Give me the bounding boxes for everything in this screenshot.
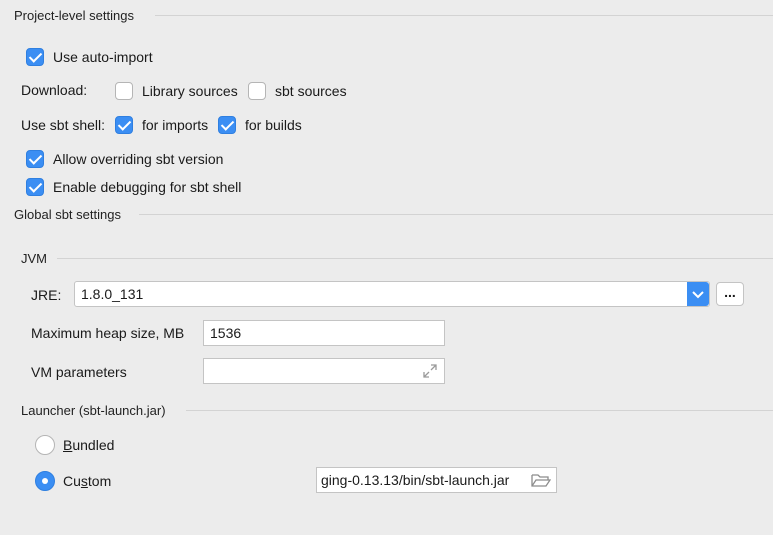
use-sbt-shell-label: Use sbt shell: xyxy=(21,117,106,133)
chevron-down-icon[interactable] xyxy=(687,282,709,306)
jvm-title: JVM xyxy=(21,251,47,266)
heap-size-input[interactable]: 1536 xyxy=(203,320,445,346)
jre-select[interactable]: 1.8.0_131 xyxy=(74,281,710,307)
custom-radio[interactable] xyxy=(35,471,55,491)
vm-parameters-input[interactable] xyxy=(203,358,445,384)
enable-debugging-checkbox[interactable] xyxy=(26,178,44,196)
jre-label: JRE: xyxy=(31,287,62,303)
use-auto-import-checkbox[interactable] xyxy=(26,48,44,66)
for-builds-checkbox[interactable] xyxy=(218,116,236,134)
launcher-title: Launcher (sbt-launch.jar) xyxy=(21,403,166,418)
section-divider xyxy=(155,15,773,16)
custom-jar-path-input[interactable]: ging-0.13.13/bin/sbt-launch.jar xyxy=(316,467,557,493)
sbt-sources-checkbox[interactable] xyxy=(248,82,266,100)
section-divider xyxy=(139,214,773,215)
for-imports-label: for imports xyxy=(142,117,209,133)
folder-icon[interactable] xyxy=(531,472,552,488)
enable-debugging-label: Enable debugging for sbt shell xyxy=(53,179,242,195)
for-builds-label: for builds xyxy=(245,117,302,133)
jre-value: 1.8.0_131 xyxy=(81,286,144,302)
section-divider xyxy=(186,410,773,411)
project-settings-title: Project-level settings xyxy=(14,8,134,23)
use-auto-import-label: Use auto-import xyxy=(53,49,153,65)
library-sources-label: Library sources xyxy=(142,83,238,99)
allow-overriding-checkbox[interactable] xyxy=(26,150,44,168)
sbt-sources-label: sbt sources xyxy=(275,83,347,99)
library-sources-checkbox[interactable] xyxy=(115,82,133,100)
for-imports-checkbox[interactable] xyxy=(115,116,133,134)
jre-browse-button[interactable]: ... xyxy=(716,282,744,306)
heap-size-label: Maximum heap size, MB xyxy=(31,325,185,341)
custom-label: Custom xyxy=(63,473,112,489)
vm-parameters-label: VM parameters xyxy=(31,364,127,380)
section-divider xyxy=(57,258,773,259)
expand-icon[interactable] xyxy=(422,363,438,379)
bundled-radio[interactable] xyxy=(35,435,55,455)
bundled-label: Bundled xyxy=(63,437,115,453)
download-label: Download: xyxy=(21,82,88,98)
custom-jar-path-value: ging-0.13.13/bin/sbt-launch.jar xyxy=(321,472,510,488)
allow-overriding-label: Allow overriding sbt version xyxy=(53,151,224,167)
global-settings-title: Global sbt settings xyxy=(14,207,121,222)
